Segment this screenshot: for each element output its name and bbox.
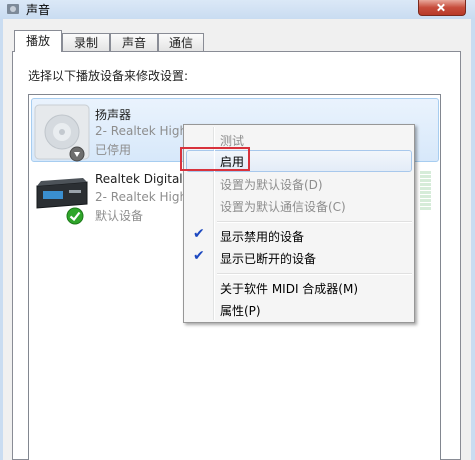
checkmark-icon: ✔ xyxy=(193,248,205,264)
tab-communications[interactable]: 通信 xyxy=(158,33,204,51)
tab-recording[interactable]: 录制 xyxy=(62,33,110,51)
menu-item-properties[interactable]: 属性(P) xyxy=(220,302,261,319)
device-name-digital: Realtek Digital O xyxy=(95,172,196,186)
device-detail-speaker: 2- Realtek High xyxy=(95,124,188,138)
title-bar: 声音 xyxy=(0,0,475,19)
annotation-highlight-box xyxy=(180,147,250,171)
device-status-digital: 默认设备 xyxy=(95,209,144,223)
device-detail-digital: 2- Realtek High xyxy=(95,190,188,204)
menu-separator xyxy=(217,273,412,275)
device-status-speaker: 已停用 xyxy=(95,143,132,157)
volume-level-meter xyxy=(420,171,431,211)
checkmark-icon: ✔ xyxy=(193,226,205,242)
tab-sounds[interactable]: 声音 xyxy=(110,33,158,51)
device-name-speaker: 扬声器 xyxy=(95,108,132,122)
window-title: 声音 xyxy=(26,3,51,17)
menu-item-set-default-comm[interactable]: 设置为默认通信设备(C) xyxy=(220,198,346,215)
instruction-text: 选择以下播放设备来修改设置: xyxy=(28,69,189,83)
menu-item-midi-synth[interactable]: 关于软件 MIDI 合成器(M) xyxy=(220,280,358,297)
tab-playback[interactable]: 播放 xyxy=(14,30,62,52)
menu-separator xyxy=(217,221,412,223)
speaker-icon xyxy=(7,4,19,14)
close-button[interactable] xyxy=(418,0,466,16)
default-check-icon xyxy=(66,207,84,225)
menu-item-show-disconnected[interactable]: 显示已断开的设备 xyxy=(220,250,316,267)
disabled-arrow-icon xyxy=(69,146,85,162)
menu-item-show-disabled[interactable]: 显示禁用的设备 xyxy=(220,228,304,245)
window-frame-right xyxy=(471,19,475,460)
menu-item-set-default[interactable]: 设置为默认设备(D) xyxy=(220,176,323,193)
